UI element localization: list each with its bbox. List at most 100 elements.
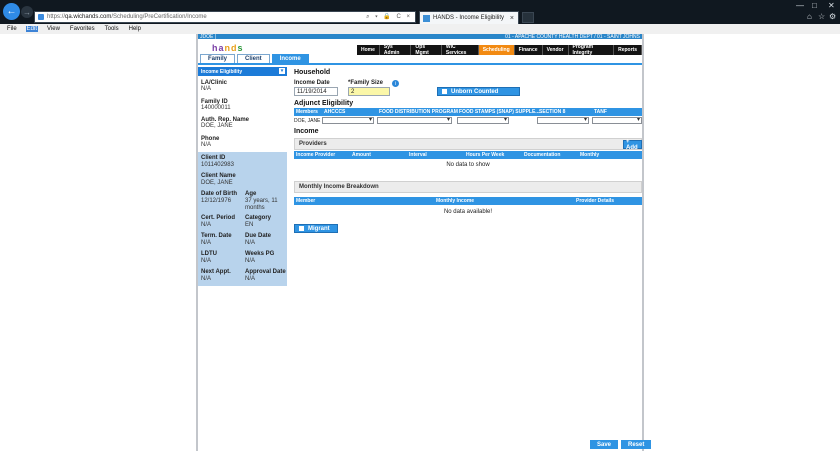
url-prefix: https:// xyxy=(47,14,66,20)
age-label: Age xyxy=(245,191,257,197)
menu-tools[interactable]: Tools xyxy=(104,26,120,32)
page-tabs: Family Client Income xyxy=(200,54,309,63)
checkbox-icon xyxy=(299,226,304,231)
menu-favorites[interactable]: Favorites xyxy=(69,26,96,32)
tab-income[interactable]: Income xyxy=(271,54,309,63)
income-date-field[interactable]: 11/19/2014 xyxy=(294,87,338,96)
col-food-stamps: FOOD STAMPS (SNAP) SUPPLE... xyxy=(459,109,540,115)
nav-wic-services[interactable]: WIC Services xyxy=(441,44,479,56)
next-appt-label: Next Appt. xyxy=(201,269,231,275)
menu-file[interactable]: File xyxy=(6,26,18,32)
nav-finance[interactable]: Finance xyxy=(514,45,543,55)
add-provider-button[interactable]: + Add xyxy=(623,139,642,151)
forward-button[interactable]: → xyxy=(21,6,33,18)
income-eligibility-header[interactable]: Income Eligibility ▾ xyxy=(198,67,287,76)
client-id-value: 1011402983 xyxy=(201,162,234,168)
col-section-8: SECTION 8 xyxy=(539,109,566,115)
info-icon[interactable]: i xyxy=(392,80,399,87)
approval-date-label: Approval Date xyxy=(245,269,286,275)
due-date-value: N/A xyxy=(245,240,256,246)
reset-button[interactable]: Reset xyxy=(621,440,652,449)
browser-tab-hands[interactable]: HANDS - Income Eligibility × xyxy=(419,11,519,24)
category-value: EN xyxy=(245,222,254,228)
left-summary-panel: Income Eligibility ▾ LA/Clinic N/A Famil… xyxy=(198,67,287,287)
client-info-panel: Client ID 1011402983 Client Name DOE, JA… xyxy=(198,152,287,286)
col-ahcccs: AHCCCS xyxy=(324,109,346,115)
nav-scheduling[interactable]: Scheduling xyxy=(478,45,515,55)
settings-gear-icon[interactable]: ⚙ xyxy=(829,12,836,21)
site-icon xyxy=(38,14,44,20)
nav-ops-mgmt[interactable]: Ops Mgmt xyxy=(411,44,442,56)
col-hours-per-week: Hours Per Week xyxy=(466,152,505,158)
browser-titlebar: ← → https:// qa.wichands.com /Scheduling… xyxy=(0,0,840,24)
hands-app: JDOE | 01 - APACHE COUNTY HEALTH DEPT / … xyxy=(196,34,652,451)
nav-home[interactable]: Home xyxy=(357,45,380,55)
weeks-pg-label: Weeks PG xyxy=(245,251,275,257)
age-block: Age 37 years, 11 months xyxy=(245,191,287,212)
window-close-icon[interactable]: ✕ xyxy=(828,1,835,10)
unborn-counted-button[interactable]: Unborn Counted xyxy=(437,87,520,96)
nav-program-integrity[interactable]: Program Integrity xyxy=(568,44,615,56)
ldtu-value: N/A xyxy=(201,258,212,264)
ahcccs-select[interactable] xyxy=(322,116,374,124)
nav-vendor[interactable]: Vendor xyxy=(542,45,569,55)
menu-help[interactable]: Help xyxy=(128,26,142,32)
save-button[interactable]: Save xyxy=(590,440,619,449)
address-bar[interactable]: https:// qa.wichands.com /Scheduling/Pre… xyxy=(34,11,416,23)
col-documentation: Documentation xyxy=(524,152,561,158)
col-monthly-income: Monthly Income xyxy=(436,198,475,204)
menu-view[interactable]: View xyxy=(46,26,61,32)
family-size-field[interactable]: 2 xyxy=(348,87,390,96)
migrant-button[interactable]: Migrant xyxy=(294,224,338,233)
dob-label: Date of Birth xyxy=(201,191,237,197)
approval-date-block: Approval Date N/A xyxy=(245,269,286,283)
dob-value: 12/12/1976 xyxy=(201,198,232,204)
checkbox-icon xyxy=(442,89,447,94)
chevron-down-icon[interactable]: ▾ xyxy=(279,68,285,74)
menu-bar: File Edit View Favorites Tools Help xyxy=(0,24,840,34)
monthly-breakdown-bar: Monthly Income Breakdown xyxy=(294,181,642,193)
favorites-star-icon[interactable]: ☆ xyxy=(818,12,825,21)
tab-family[interactable]: Family xyxy=(200,54,236,63)
approval-date-value: N/A xyxy=(245,276,256,282)
nav-reports[interactable]: Reports xyxy=(614,45,643,55)
client-name-block: Client Name DOE, JANE xyxy=(201,173,236,187)
tab-client[interactable]: Client xyxy=(237,54,270,63)
phone-value: N/A xyxy=(201,142,212,148)
back-button[interactable]: ← xyxy=(3,3,20,20)
cert-period-block: Cert. Period N/A xyxy=(201,215,235,229)
home-icon[interactable]: ⌂ xyxy=(807,12,812,21)
weeks-pg-block: Weeks PG N/A xyxy=(245,251,274,265)
food-stamps-select[interactable] xyxy=(457,116,509,124)
adjunct-grid-header: Members AHCCCS FOOD DISTRIBUTION PROGRAM… xyxy=(294,108,642,116)
browser-tab-title: HANDS - Income Eligibility xyxy=(433,15,505,21)
footer-buttons: Save Reset xyxy=(590,440,652,449)
category-block: Category EN xyxy=(245,215,271,229)
tanf-select[interactable] xyxy=(592,116,642,124)
col-food-distribution: FOOD DISTRIBUTION PROGRAM xyxy=(379,109,458,115)
col-members: Members xyxy=(296,109,318,115)
new-tab-button[interactable] xyxy=(522,12,534,23)
client-name-label: Client Name xyxy=(201,173,236,179)
minimize-icon[interactable]: — xyxy=(796,1,804,10)
col-tanf: TANF xyxy=(594,109,607,115)
col-member: Member xyxy=(296,198,316,204)
tab-close-icon[interactable]: × xyxy=(510,15,514,22)
ldtu-block: LDTU N/A xyxy=(201,251,217,265)
menu-edit[interactable]: Edit xyxy=(25,26,39,32)
auth-rep-block: Auth. Rep. Name DOE, JANE xyxy=(201,117,249,129)
providers-bar: Providers xyxy=(294,138,642,150)
section-8-select[interactable] xyxy=(537,116,589,124)
income-eligibility-title: Income Eligibility xyxy=(201,68,243,75)
maximize-icon[interactable]: □ xyxy=(812,1,817,10)
col-monthly: Monthly xyxy=(580,152,600,158)
family-size-label: *Family Size xyxy=(348,80,384,86)
address-bar-controls[interactable]: ⌕ ▾ 🔒 C × xyxy=(366,13,412,21)
income-date-label: Income Date xyxy=(294,80,330,86)
providers-grid-header: Income Provider Amount Interval Hours Pe… xyxy=(294,151,642,159)
nav-sys-admin[interactable]: Sys Admin xyxy=(379,44,412,56)
dob-block: Date of Birth 12/12/1976 xyxy=(201,191,237,205)
url-host: qa.wichands.com xyxy=(65,14,112,20)
food-distribution-select[interactable] xyxy=(377,116,452,124)
col-income-provider: Income Provider xyxy=(296,152,336,158)
